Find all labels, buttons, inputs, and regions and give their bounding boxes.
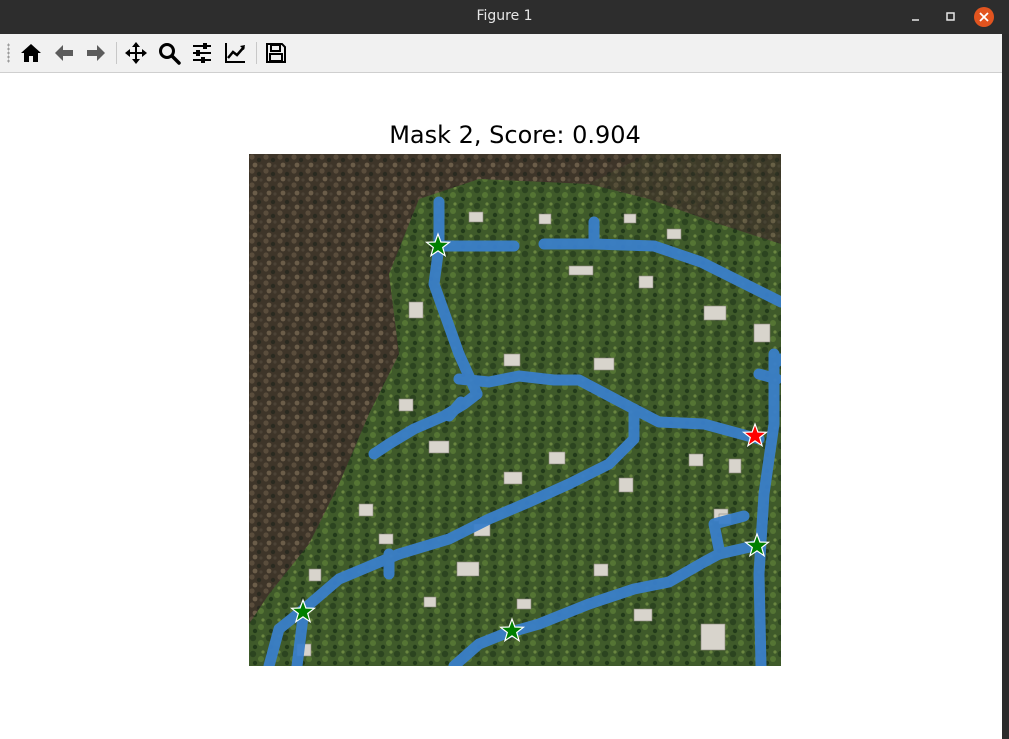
window-title: Figure 1 [476,8,533,24]
save-button[interactable] [264,41,288,65]
minimize-button[interactable] [906,7,926,27]
zoom-icon [159,43,181,65]
configure-subplots-button[interactable] [190,41,214,65]
window-edge [1002,34,1009,739]
edit-axis-button[interactable] [223,41,247,65]
toolbar-grip[interactable] [7,43,10,63]
figure-canvas[interactable]: Mask 2, Score: 0.904 [0,73,1002,739]
close-button[interactable] [974,7,994,27]
image-axes[interactable] [249,154,781,666]
toolbar-separator [256,42,257,64]
arrow-right-icon [87,45,105,61]
sliders-icon [193,43,211,63]
save-icon [266,43,286,63]
chart-line-icon [225,43,245,63]
move-icon [125,42,147,64]
maximize-button[interactable] [941,7,961,27]
arrow-left-icon [55,45,73,61]
zoom-button[interactable] [157,41,181,65]
pan-button[interactable] [124,41,148,65]
minimize-icon [912,19,919,21]
maximize-icon [946,12,955,21]
toolbar-separator [116,42,117,64]
segmentation-image [249,154,781,666]
navigation-toolbar [0,34,1002,73]
close-icon [979,12,989,22]
home-button[interactable] [19,41,43,65]
forward-button[interactable] [84,41,108,65]
window-titlebar: Figure 1 [0,0,1009,34]
back-button[interactable] [52,41,76,65]
home-icon [21,44,41,62]
plot-title: Mask 2, Score: 0.904 [389,121,641,149]
